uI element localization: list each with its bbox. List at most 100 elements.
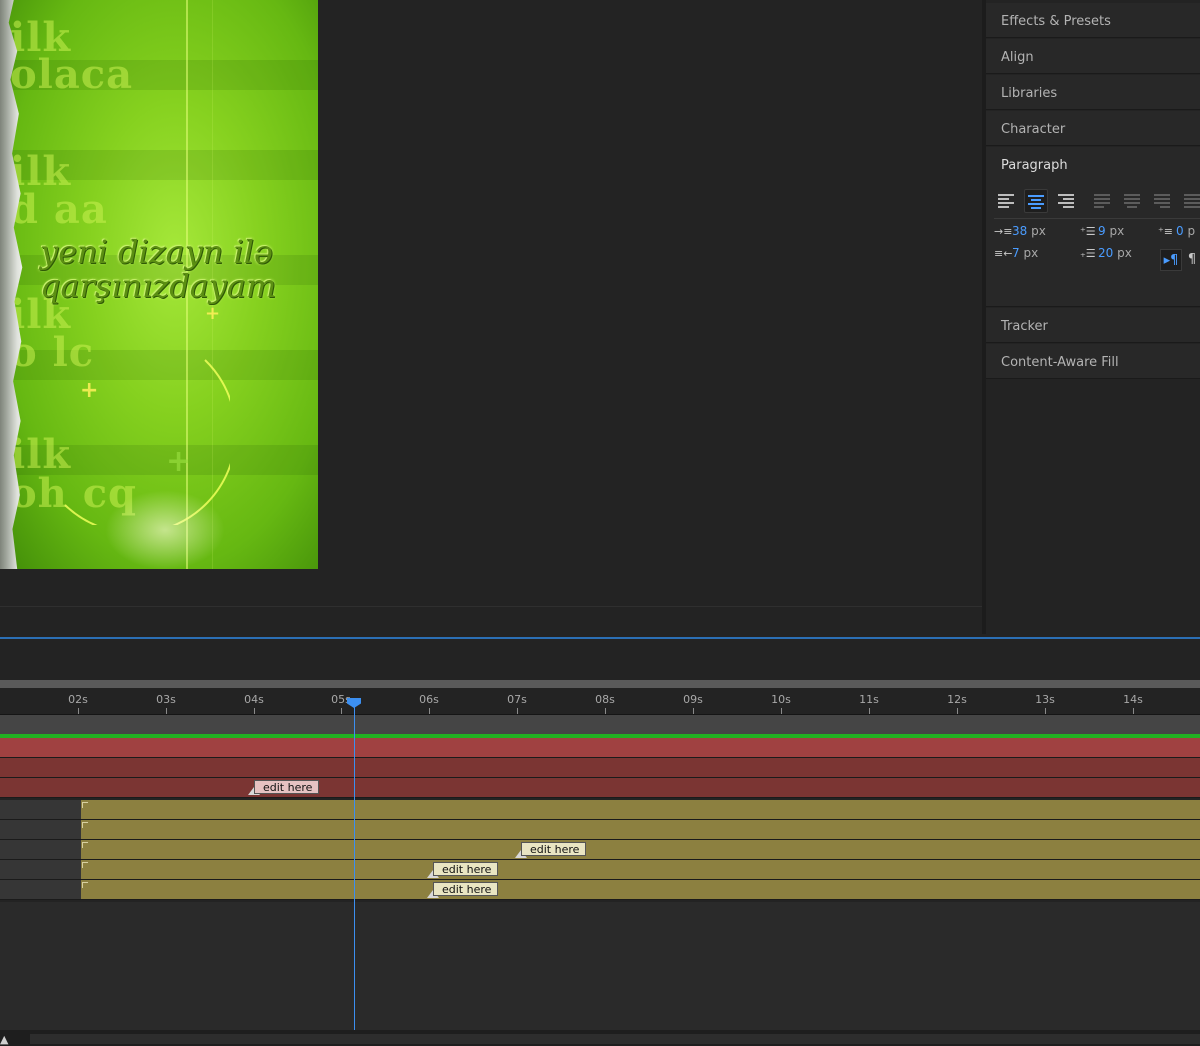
- space-before-icon: ⁺☰: [1080, 225, 1096, 238]
- align-center-button[interactable]: [1024, 189, 1048, 213]
- layer-bar-red[interactable]: [0, 758, 1200, 778]
- layer-bar-red[interactable]: edit here: [0, 778, 1200, 798]
- panel-align[interactable]: Align: [986, 39, 1200, 74]
- ghost-text: d aa: [10, 186, 108, 233]
- ruler-tick: [693, 708, 694, 714]
- paragraph-panel-body: →≡38 px ⁺☰ 9 px ⁺≡ 0 p ≡←7 px ₊☰ 20 px ▸¶ ¶: [986, 181, 1200, 307]
- panel-label: Tracker: [1001, 319, 1048, 334]
- panel-libraries[interactable]: Libraries: [986, 75, 1200, 110]
- align-left-button[interactable]: [994, 189, 1018, 213]
- ruler-tick: [781, 708, 782, 714]
- title-line-2: qarşınızdayam: [40, 267, 277, 305]
- layer-duration-bar[interactable]: [81, 860, 1200, 879]
- layer-bar-gold[interactable]: [0, 820, 1200, 840]
- layer-empty-region: [0, 840, 81, 859]
- layer-in-point-icon: [82, 842, 88, 848]
- ruler-label: 07s: [507, 693, 527, 706]
- panel-content-aware-fill[interactable]: Content-Aware Fill: [986, 344, 1200, 379]
- timeline-scrollbar[interactable]: [0, 1030, 1200, 1046]
- ruler-tick: [605, 708, 606, 714]
- panel-effects-presets[interactable]: Effects & Presets: [986, 3, 1200, 38]
- ruler-label: 04s: [244, 693, 264, 706]
- justify-last-right-button[interactable]: [1150, 189, 1174, 213]
- layer-bar-red[interactable]: [0, 738, 1200, 758]
- layer-duration-bar[interactable]: [81, 880, 1200, 899]
- indent-first-line-field[interactable]: ⁺≡ 0 p: [1158, 225, 1195, 237]
- layer-empty-region: [0, 820, 81, 839]
- time-ruler[interactable]: 02s 03s 04s 05s 06s 07s 08s 09s 10s 11s …: [0, 688, 1200, 715]
- space-after-field[interactable]: ₊☰ 20 px: [1080, 247, 1132, 259]
- layer-in-point-icon: [82, 882, 88, 888]
- ruler-label: 14s: [1123, 693, 1143, 706]
- time-navigator-bar[interactable]: [0, 680, 1200, 688]
- justify-last-center-button[interactable]: [1120, 189, 1144, 213]
- ruler-label: 11s: [859, 693, 879, 706]
- ruler-label: 13s: [1035, 693, 1055, 706]
- viewer-divider: [0, 606, 982, 607]
- layer-bar-gold[interactable]: [0, 800, 1200, 820]
- ruler-tick: [78, 708, 79, 714]
- layer-empty-region: [0, 860, 81, 879]
- work-area-bar[interactable]: [0, 715, 1200, 734]
- ruler-tick: [517, 708, 518, 714]
- layer-duration-bar[interactable]: [81, 840, 1200, 859]
- justify-all-button[interactable]: [1180, 189, 1200, 213]
- ruler-label: 06s: [419, 693, 439, 706]
- layer-bar-gold[interactable]: edit here: [0, 840, 1200, 860]
- layer-bar-gold[interactable]: edit here: [0, 860, 1200, 880]
- panel-label: Align: [1001, 50, 1034, 65]
- plus-glyph: +: [166, 444, 192, 479]
- indent-right-field[interactable]: ≡←7 px: [994, 247, 1038, 259]
- indent-first-line-icon: ⁺≡: [1158, 225, 1174, 238]
- plus-glyph: +: [205, 303, 221, 324]
- timeline-empty-area[interactable]: [0, 902, 1200, 1030]
- plus-glyph: +: [80, 378, 99, 403]
- layer-duration-bar[interactable]: [81, 820, 1200, 839]
- panel-tracker[interactable]: Tracker: [986, 308, 1200, 343]
- panel-label: Effects & Presets: [1001, 14, 1111, 29]
- zoom-mountain-icon[interactable]: ▲: [0, 1033, 20, 1046]
- layer-empty-region: [0, 880, 81, 899]
- layer-marker[interactable]: edit here: [521, 842, 587, 856]
- ruler-tick: [1045, 708, 1046, 714]
- rtl-direction-button[interactable]: ¶: [1184, 249, 1200, 271]
- panel-label: Libraries: [1001, 86, 1058, 101]
- indent-right-icon: ≡←: [994, 247, 1013, 260]
- ruler-tick: [341, 708, 342, 714]
- ghost-text: olaca: [10, 51, 134, 98]
- layer-marker[interactable]: edit here: [433, 882, 499, 896]
- layer-in-point-icon: [82, 802, 88, 808]
- layer-bar-gold[interactable]: edit here: [0, 880, 1200, 900]
- layer-duration-bar[interactable]: [81, 800, 1200, 819]
- layer-empty-region: [0, 800, 81, 819]
- ruler-label: 03s: [156, 693, 176, 706]
- ltr-direction-button[interactable]: ▸¶: [1160, 249, 1182, 271]
- layer-marker[interactable]: edit here: [254, 780, 320, 794]
- panel-label: Character: [1001, 122, 1066, 137]
- layer-marker[interactable]: edit here: [433, 862, 499, 876]
- composition-viewer[interactable]: ilk olaca ilk d aa ilk o lc ilk oh cq + …: [0, 0, 982, 607]
- panels-stack: Effects & Presets Align Libraries Charac…: [986, 0, 1200, 634]
- ruler-tick: [957, 708, 958, 714]
- layer-in-point-icon: [82, 862, 88, 868]
- ruler-label: 12s: [947, 693, 967, 706]
- paragraph-separator: [994, 218, 1200, 219]
- justify-last-left-button[interactable]: [1090, 189, 1114, 213]
- playhead-line[interactable]: [354, 700, 355, 1030]
- align-right-button[interactable]: [1054, 189, 1078, 213]
- panel-label: Content-Aware Fill: [1001, 355, 1119, 370]
- space-before-field[interactable]: ⁺☰ 9 px: [1080, 225, 1124, 237]
- ruler-tick: [869, 708, 870, 714]
- panel-character[interactable]: Character: [986, 111, 1200, 146]
- layer-in-point-icon: [82, 822, 88, 828]
- ruler-label: 09s: [683, 693, 703, 706]
- title-line-1: yeni dizayn ilə: [40, 233, 273, 271]
- ruler-label: 02s: [68, 693, 88, 706]
- ruler-tick: [1133, 708, 1134, 714]
- panel-paragraph[interactable]: Paragraph: [986, 147, 1200, 182]
- scrollbar-thumb[interactable]: [30, 1034, 1200, 1044]
- indent-left-field[interactable]: →≡38 px: [994, 225, 1046, 237]
- ruler-tick: [254, 708, 255, 714]
- space-after-icon: ₊☰: [1080, 247, 1096, 260]
- composition-frame[interactable]: ilk olaca ilk d aa ilk o lc ilk oh cq + …: [0, 0, 318, 569]
